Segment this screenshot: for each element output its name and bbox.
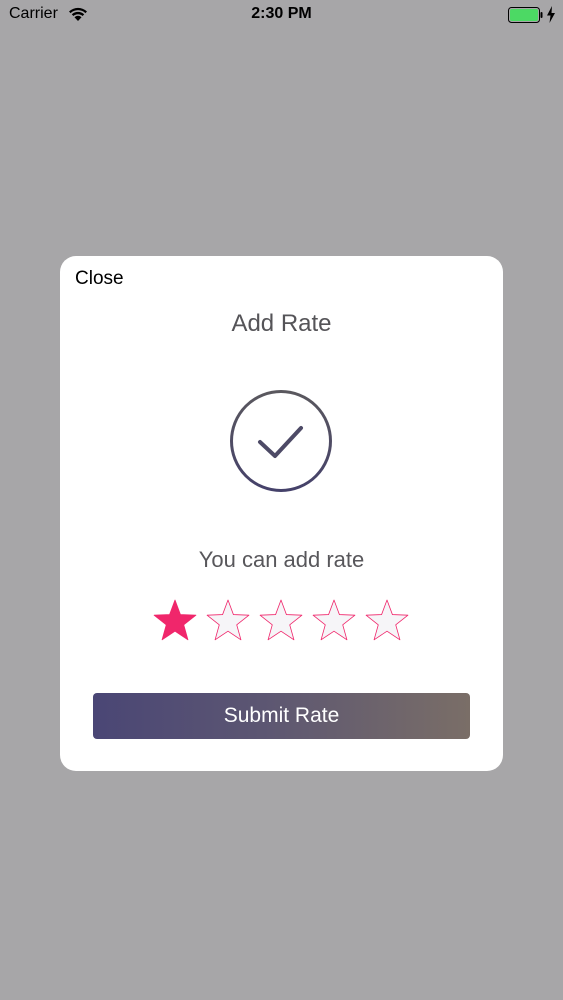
submit-rate-button[interactable]: Submit Rate bbox=[93, 693, 470, 739]
close-button[interactable]: Close bbox=[75, 268, 124, 290]
rate-message: You can add rate bbox=[198, 547, 365, 572]
star-empty-icon[interactable] bbox=[205, 598, 251, 644]
star-empty-icon[interactable] bbox=[311, 598, 357, 644]
status-bar: Carrier 2:30 PM bbox=[0, 0, 563, 30]
clock-time: 2:30 PM bbox=[251, 5, 312, 22]
star-filled-icon[interactable] bbox=[152, 598, 198, 644]
modal-title: Add Rate bbox=[231, 310, 332, 337]
checkmark-circle-icon bbox=[230, 390, 332, 492]
star-empty-icon[interactable] bbox=[364, 598, 410, 644]
charging-bolt-icon bbox=[547, 6, 555, 23]
rate-modal: Close Add Rate You can add rate Submit R… bbox=[60, 256, 503, 771]
battery-icon bbox=[508, 7, 543, 23]
star-empty-icon[interactable] bbox=[258, 598, 304, 644]
star-rating[interactable] bbox=[152, 598, 410, 644]
